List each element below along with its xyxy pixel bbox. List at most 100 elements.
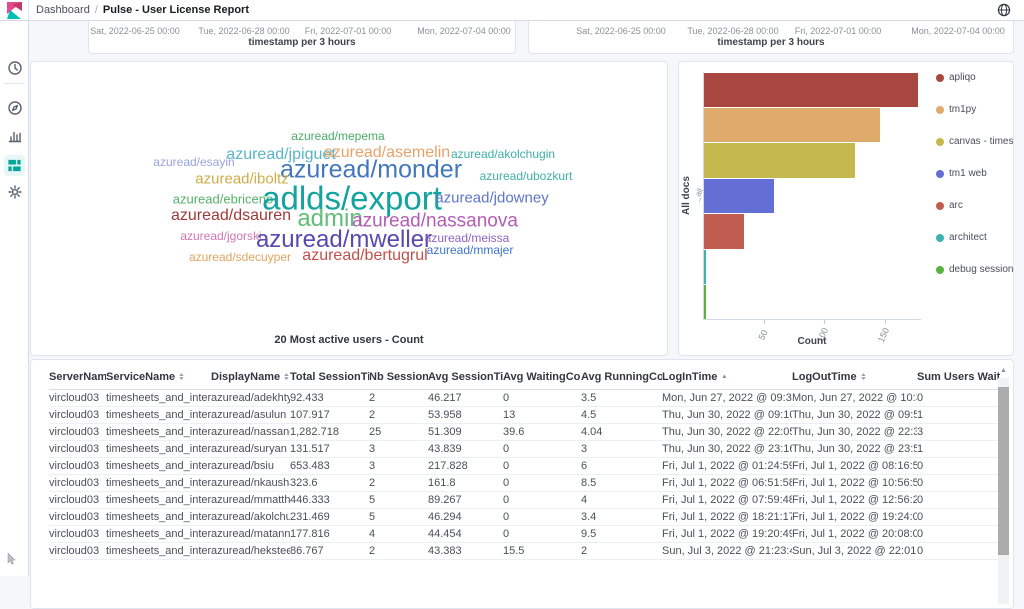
time-axis-tick-label: Mon, 2022-07-04 00:00 <box>911 26 1005 36</box>
table-cell: 43.383 <box>428 542 503 560</box>
tagcloud-word[interactable]: azuread/dsauren <box>171 208 291 224</box>
sidebar-item-management[interactable] <box>6 183 23 200</box>
legend-item-arc[interactable]: arc <box>936 200 1013 211</box>
tagcloud: azuread/mepema azuread/jpiguet azuread/ase… <box>31 62 667 355</box>
tagcloud-word[interactable]: azuread/jdowney <box>435 191 548 206</box>
breadcrumb-dashboard-link[interactable]: Dashboard <box>36 4 90 16</box>
tagcloud-word[interactable]: azuread/bertugrul <box>302 248 427 264</box>
tagcloud-word[interactable]: azuread/ebriceno <box>173 193 273 206</box>
tagcloud-word[interactable]: azuread/ubozkurt <box>480 170 573 182</box>
scrollbar-thumb[interactable] <box>998 387 1009 555</box>
column-header-servername[interactable]: ServerName▲▼ <box>49 368 106 390</box>
tagcloud-word[interactable]: azuread/akolchugin <box>451 148 555 160</box>
table-scrollbar[interactable]: ▲ <box>997 365 1010 604</box>
table-row[interactable]: vircloud03timesheets_and_internalfpmazur… <box>49 406 1001 424</box>
tagcloud-word[interactable]: azuread/mepema <box>291 130 384 142</box>
column-header-avg-sessiontime[interactable]: Avg SessionTime▲▼ <box>428 368 503 390</box>
tagcloud-word[interactable]: azuread/mmajer <box>427 244 514 256</box>
sort-icon[interactable]: ▲ ▼ <box>178 373 185 382</box>
legend-item-architect[interactable]: architect <box>936 232 1013 243</box>
breadcrumb-separator: / <box>94 4 98 16</box>
table-cell: 46.294 <box>428 508 503 526</box>
sidebar-item-dashboard[interactable] <box>4 155 25 176</box>
scrollbar-up-arrow-icon[interactable]: ▲ <box>997 365 1010 377</box>
column-label: DisplayName <box>211 371 281 383</box>
table-row[interactable]: vircloud03timesheets_and_internalfpmazur… <box>49 491 1001 509</box>
sidebar-item-visualize[interactable] <box>6 127 23 144</box>
tagcloud-word[interactable]: azuread/sdecuyper <box>189 251 291 263</box>
sidebar-item-discover[interactable] <box>6 99 23 116</box>
table-row[interactable]: vircloud03timesheets_and_internalfpmazur… <box>49 423 1001 441</box>
table-cell: azuread/nassanova <box>211 423 290 441</box>
dashboard-grid: Sat, 2022-06-25 00:00 Tue, 2022-06-28 00:… <box>29 9 1024 609</box>
table-cell: Sun, Jul 3, 2022 @ 22:01:45.810 <box>792 542 917 560</box>
table-row[interactable]: vircloud03timesheets_and_internalfpmazur… <box>49 389 1001 407</box>
tagcloud-word[interactable]: azuread/esayin <box>153 156 234 168</box>
column-header-avg-waitingcount[interactable]: Avg WaitingCount▲▼ <box>503 368 581 390</box>
x-axis-tick-mark <box>884 320 886 324</box>
column-header-servicename[interactable]: ServiceName ▲ ▼ <box>106 368 211 390</box>
table-cell: 231.469 <box>290 508 369 526</box>
legend-item-tm1-web[interactable]: tm1 web <box>936 168 1013 179</box>
legend-item-canvas---timesheets[interactable]: canvas - timesheets <box>936 136 1013 147</box>
table-cell: Fri, Jul 1, 2022 @ 18:21:17.803 <box>662 508 792 526</box>
table-cell: 3 <box>369 440 428 458</box>
sort-icon[interactable]: ▲ <box>721 374 727 380</box>
table-cell: 0 <box>917 389 1001 407</box>
table-cell: 9.5 <box>581 525 662 543</box>
bar-tm1-web[interactable] <box>704 178 775 214</box>
table-cell: Thu, Jun 30, 2022 @ 22:37:28.819 <box>792 423 917 441</box>
bar-apliqo[interactable] <box>704 72 919 107</box>
recently-viewed-icon[interactable] <box>6 59 23 76</box>
table-row[interactable]: vircloud03timesheets_and_internalfpmazur… <box>49 474 1001 492</box>
column-header-logouttime[interactable]: LogOutTime ▲ ▼ <box>792 368 917 390</box>
bar-canvas---timesheets[interactable] <box>704 143 856 178</box>
table-cell: 653.483 <box>290 457 369 475</box>
legend-item-tm1py[interactable]: tm1py <box>936 104 1013 115</box>
table-cell: 2 <box>369 389 428 407</box>
barchart-legend: apliqo tm1py canvas - timesheets tm1 web arc… <box>936 72 1013 296</box>
time-axis-title: timestamp per 3 hours <box>248 37 356 48</box>
scrollbar-track[interactable] <box>998 378 1009 604</box>
table-cell: 92.433 <box>290 389 369 407</box>
column-label: Nb Sessions <box>369 371 428 383</box>
x-axis-label: Count <box>797 336 827 347</box>
bar-arc[interactable] <box>704 214 744 249</box>
kibana-logo[interactable] <box>0 0 29 20</box>
table-cell: azuread/matannon <box>211 525 290 543</box>
legend-label: arc <box>949 200 963 211</box>
table-cell: 8.5 <box>581 474 662 492</box>
time-axis-tick-label: Tue, 2022-06-28 00:00 <box>687 26 779 36</box>
table-cell: timesheets_and_internalfpm <box>106 542 211 560</box>
time-axis-tick-label: Sat, 2022-06-25 00:00 <box>576 26 666 36</box>
table-cell: 217.828 <box>428 457 503 475</box>
bar-architect[interactable] <box>704 249 707 285</box>
table-cell: Thu, Jun 30, 2022 @ 09:57:45.623 <box>792 406 917 424</box>
legend-item-apliqo[interactable]: apliqo <box>936 72 1013 83</box>
bar-debug-session[interactable] <box>704 285 706 320</box>
table-row[interactable]: vircloud03timesheets_and_internalfpmazur… <box>49 525 1001 543</box>
column-header-displayname[interactable]: DisplayName ▲ ▼ <box>211 368 290 390</box>
sort-icon[interactable]: ▲ ▼ <box>859 373 866 382</box>
table-row[interactable]: vircloud03timesheets_and_internalfpmazur… <box>49 457 1001 475</box>
table-row[interactable]: vircloud03timesheets_and_internalfpmazur… <box>49 440 1001 458</box>
tagcloud-word[interactable]: azuread/jgorski <box>180 230 261 242</box>
table-row[interactable]: vircloud03timesheets_and_internalfpmazur… <box>49 508 1001 526</box>
bar-tm1py[interactable] <box>704 107 880 143</box>
column-header-sum-users-waiting[interactable]: Sum Users Waiting▲▼ <box>917 368 1001 390</box>
column-header-avg-runningcount[interactable]: Avg RunningCount▲▼ <box>581 368 662 390</box>
table-row[interactable]: vircloud03timesheets_and_internalfpmazur… <box>49 542 1001 560</box>
table-cell: vircloud03 <box>49 457 106 475</box>
globe-icon[interactable] <box>997 3 1011 17</box>
legend-dot <box>936 233 944 242</box>
legend-item-debug-session[interactable]: debug session <box>936 264 1013 275</box>
table-cell: azuread/heksteen <box>211 542 290 560</box>
table-cell: 131.517 <box>290 440 369 458</box>
column-label: Sum Users Waiting <box>917 371 1001 383</box>
sort-icon[interactable]: ▲ ▼ <box>283 373 290 382</box>
column-header-total-sessiontime[interactable]: Total SessionTime▲▼ <box>290 368 369 390</box>
column-header-logintime[interactable]: LogInTime ▲ <box>662 368 792 390</box>
table-cell: 323.6 <box>290 474 369 492</box>
column-header-nb-sessions[interactable]: Nb Sessions▲▼ <box>369 368 428 390</box>
column-label: ServiceName <box>106 371 176 383</box>
